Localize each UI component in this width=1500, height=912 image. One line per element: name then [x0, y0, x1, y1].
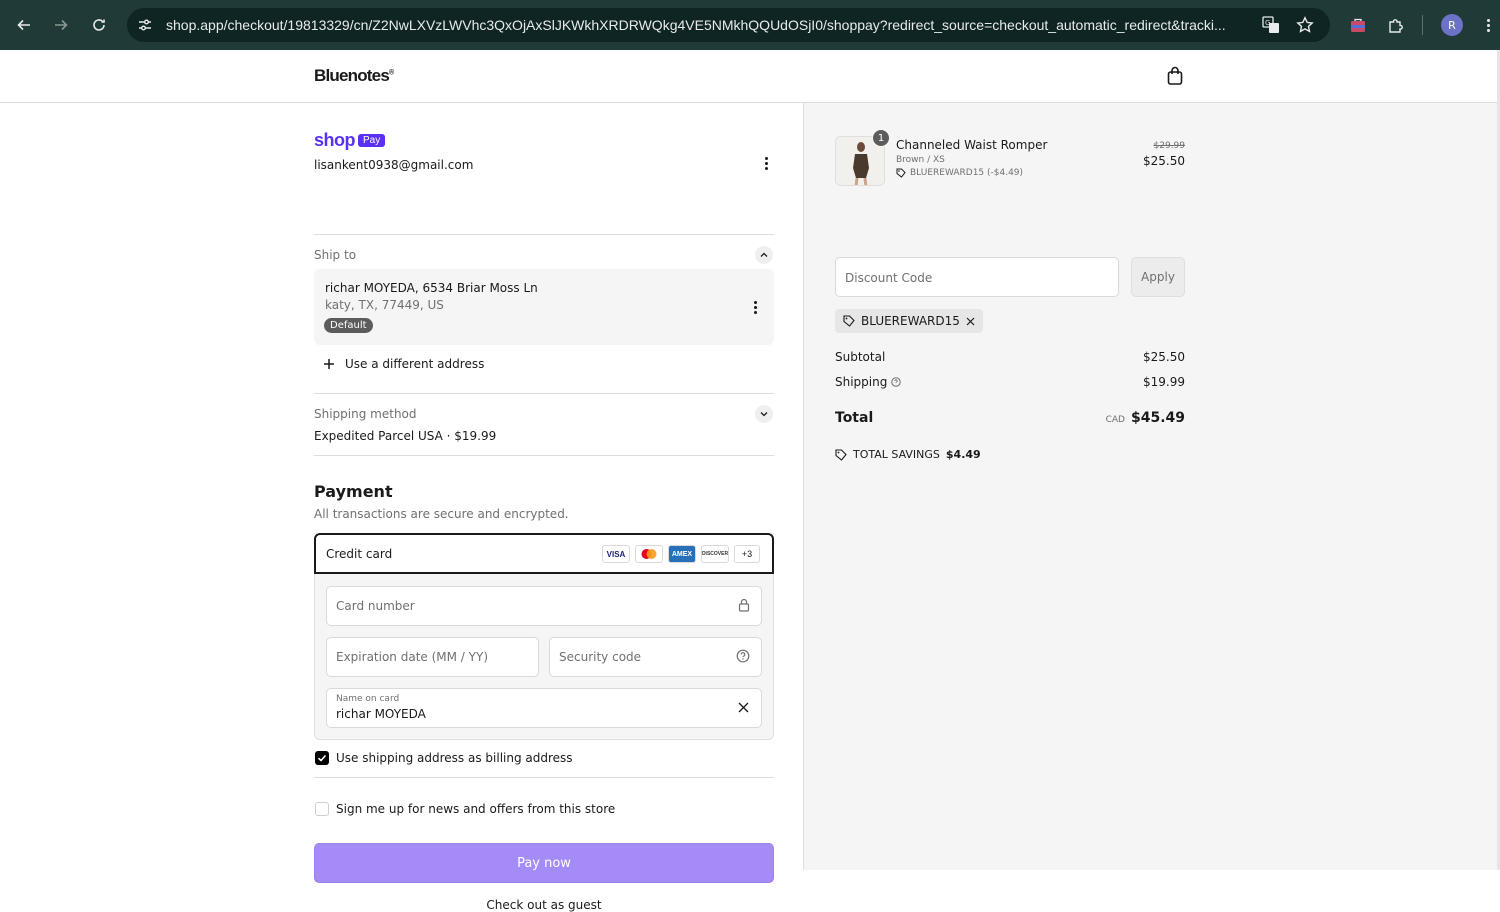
total-row: Total CAD $45.49	[835, 410, 1185, 426]
product-variant: Brown / XS	[896, 155, 945, 165]
lock-icon	[738, 598, 750, 612]
order-summary-panel	[803, 103, 1497, 870]
pay-now-button[interactable]: Pay now	[314, 843, 774, 883]
use-different-address-button[interactable]: Use a different address	[323, 357, 484, 371]
newsletter-label[interactable]: Sign me up for news and offers from this…	[336, 802, 615, 816]
credit-card-option[interactable]: Credit card VISA AMEX DISCOVER +3	[314, 533, 774, 574]
tag-icon	[843, 315, 855, 327]
guest-checkout-link[interactable]: Check out as guest	[314, 898, 774, 912]
reload-icon	[93, 19, 105, 31]
discover-icon: DISCOVER	[701, 545, 729, 563]
tag-icon	[896, 168, 906, 178]
profile-avatar[interactable]: R	[1441, 14, 1463, 36]
collapse-ship-to-button[interactable]	[755, 246, 773, 264]
applied-discount-chip: BLUEREWARD15	[835, 309, 983, 333]
checkmark-icon	[317, 754, 327, 762]
plus-icon	[324, 359, 334, 369]
product-name: Channeled Waist Romper	[896, 138, 1048, 152]
shipping-row: Shipping $19.99	[835, 375, 1185, 389]
sale-price: $25.50	[1143, 154, 1185, 168]
clear-x-icon[interactable]	[737, 701, 750, 714]
name-on-card-field[interactable]: Name on card richar MOYEDA	[326, 688, 762, 728]
total-savings: TOTAL SAVINGS $4.49	[835, 448, 981, 461]
tag-icon	[835, 448, 847, 461]
security-code-field[interactable]: Security code	[549, 637, 762, 677]
shop-pay-logo: shop Pay	[314, 130, 386, 151]
checkout-page: Bluenotes® shop Pay lisankent0938@gmail.…	[0, 50, 1497, 912]
toolbar-divider	[1422, 15, 1423, 35]
chevron-up-icon	[760, 252, 768, 257]
payment-heading: Payment	[314, 482, 393, 501]
product-discount: BLUEREWARD15 (-$4.49)	[896, 168, 1023, 178]
discount-code-input[interactable]: Discount Code	[835, 257, 1119, 297]
extensions-puzzle-icon[interactable]	[1384, 13, 1408, 37]
billing-address-checkbox[interactable]	[315, 751, 329, 765]
original-price: $29.99	[1153, 141, 1186, 151]
extension-store-icon[interactable]	[1346, 13, 1370, 37]
translate-icon[interactable]: G	[1262, 16, 1280, 38]
svg-text:G: G	[1265, 19, 1270, 27]
more-cards-badge: +3	[734, 545, 760, 563]
address-bar[interactable]: shop.app/checkout/19813329/cn/Z2NwLXVzLW…	[127, 8, 1330, 42]
subtotal-row: Subtotal $25.50	[835, 350, 1185, 364]
shipping-method-label: Shipping method	[314, 407, 417, 421]
remove-x-icon[interactable]	[966, 317, 975, 326]
url-text[interactable]: shop.app/checkout/19813329/cn/Z2NwLXVzLW…	[166, 17, 1251, 33]
store-header: Bluenotes®	[0, 50, 1497, 103]
default-badge: Default	[324, 318, 373, 333]
amex-icon: AMEX	[668, 545, 696, 563]
shipping-method-value: Expedited Parcel USA · $19.99	[314, 429, 497, 443]
selected-address-card[interactable]: richar MOYEDA, 6534 Briar Moss Ln katy, …	[314, 269, 774, 345]
shopping-bag-icon[interactable]	[1166, 66, 1184, 90]
chrome-menu-icon[interactable]	[1480, 13, 1496, 37]
info-icon[interactable]	[891, 377, 902, 387]
back-arrow-icon	[17, 19, 30, 31]
store-logo[interactable]: Bluenotes®	[314, 66, 394, 86]
card-number-field[interactable]: Card number	[326, 586, 762, 626]
visa-icon: VISA	[602, 545, 630, 563]
address-menu-icon[interactable]	[750, 301, 760, 314]
account-email: lisankent0938@gmail.com	[314, 158, 474, 172]
divider	[314, 393, 774, 394]
bookmark-star-icon[interactable]	[1296, 16, 1314, 38]
address-city-line: katy, TX, 77449, US	[325, 298, 444, 312]
help-circle-icon[interactable]	[736, 649, 750, 663]
quantity-badge: 1	[872, 129, 890, 147]
divider	[314, 455, 774, 456]
reload-button[interactable]	[87, 13, 111, 37]
newsletter-checkbox[interactable]	[315, 802, 329, 816]
card-brand-logos: VISA AMEX DISCOVER +3	[602, 545, 760, 563]
browser-toolbar: shop.app/checkout/19813329/cn/Z2NwLXVzLW…	[0, 0, 1500, 50]
back-button[interactable]	[12, 13, 36, 37]
payment-subtitle: All transactions are secure and encrypte…	[314, 507, 569, 521]
expand-shipping-method-button[interactable]	[755, 405, 773, 423]
ship-to-label: Ship to	[314, 248, 357, 262]
divider	[314, 777, 774, 778]
forward-button[interactable]	[49, 13, 73, 37]
expiration-date-field[interactable]: Expiration date (MM / YY)	[326, 637, 539, 677]
address-name-line: richar MOYEDA, 6534 Briar Moss Ln	[325, 281, 538, 295]
mastercard-icon	[635, 545, 663, 563]
account-menu-icon[interactable]	[761, 157, 771, 170]
chevron-down-icon	[760, 412, 768, 417]
site-settings-icon[interactable]	[137, 17, 153, 33]
apply-discount-button[interactable]: Apply	[1131, 257, 1185, 297]
billing-address-label[interactable]: Use shipping address as billing address	[336, 751, 573, 765]
forward-arrow-icon	[55, 19, 68, 31]
divider	[314, 234, 774, 235]
